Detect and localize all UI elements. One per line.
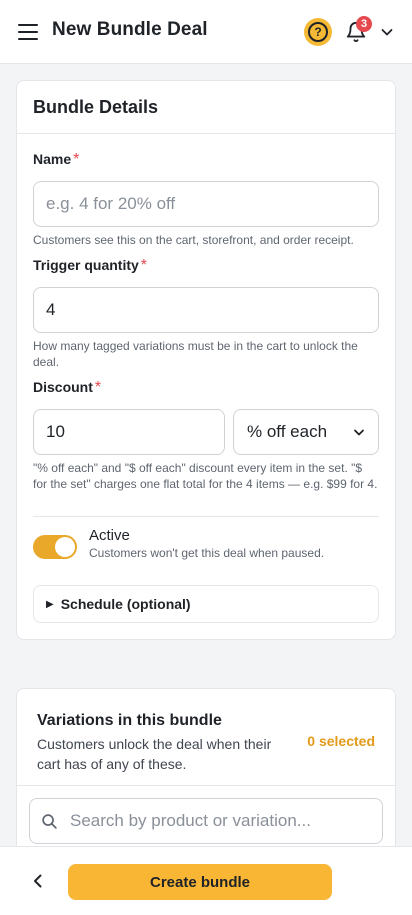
required-mark: * <box>140 257 148 274</box>
schedule-label: Schedule (optional) <box>60 596 191 612</box>
variations-header: Variations in this bundle Customers unlo… <box>17 689 395 786</box>
variation-search-box <box>29 798 383 844</box>
search-icon <box>42 814 57 829</box>
hamburger-menu-icon[interactable] <box>18 24 38 40</box>
chevron-down-icon[interactable] <box>380 25 394 39</box>
variation-search-input[interactable] <box>70 799 375 843</box>
name-field: Name* Customers see this on the cart, st… <box>33 151 379 248</box>
required-mark: * <box>94 379 102 396</box>
trigger-quantity-input[interactable] <box>33 287 379 333</box>
question-circle-icon: ? <box>308 22 328 42</box>
variations-subtitle: Customers unlock the deal when their car… <box>37 736 272 772</box>
trigger-quantity-field: Trigger quantity* How many tagged variat… <box>33 257 379 370</box>
variations-title: Variations in this bundle <box>37 712 222 729</box>
bundle-details-card: Bundle Details Name* Customers see this … <box>16 80 396 640</box>
create-bundle-button[interactable]: Create bundle <box>68 864 332 900</box>
discount-field: Discount* % off each "% off each" and "$… <box>33 379 379 492</box>
active-label: Active <box>89 527 130 544</box>
bottom-action-bar: Create bundle <box>0 846 412 915</box>
discount-type-select[interactable]: % off each <box>233 409 379 455</box>
page-title: New Bundle Deal <box>52 19 208 40</box>
caret-right-icon: ▶ <box>46 598 54 610</box>
discount-help-text: "% off each" and "$ off each" discount e… <box>33 461 378 491</box>
active-help-text: Customers won't get this deal when pause… <box>89 546 325 560</box>
required-mark: * <box>73 151 80 168</box>
name-help-text: Customers see this on the cart, storefro… <box>33 233 354 247</box>
name-label: Name * <box>33 151 80 168</box>
toggle-knob <box>55 537 75 557</box>
bundle-details-heading: Bundle Details <box>17 81 395 134</box>
selected-count: 0 selected <box>307 733 375 749</box>
chevron-down-icon <box>354 429 364 436</box>
notification-count-badge: 3 <box>356 16 372 32</box>
discount-label: Discount * <box>33 379 102 396</box>
name-input[interactable] <box>33 181 379 227</box>
discount-type-value: % off each <box>247 422 328 441</box>
active-toggle[interactable] <box>33 535 77 559</box>
top-bar: New Bundle Deal ? 3 <box>0 0 412 64</box>
divider <box>33 516 379 517</box>
help-button[interactable]: ? <box>304 18 332 46</box>
discount-amount-input[interactable] <box>33 409 225 455</box>
trigger-quantity-help-text: How many tagged variations must be in th… <box>33 339 358 369</box>
active-toggle-row: Active Customers won't get this deal whe… <box>33 527 379 567</box>
trigger-quantity-label: Trigger quantity * <box>33 257 148 274</box>
schedule-disclosure[interactable]: ▶ Schedule (optional) <box>33 585 379 623</box>
chevron-left-icon[interactable] <box>30 873 46 889</box>
